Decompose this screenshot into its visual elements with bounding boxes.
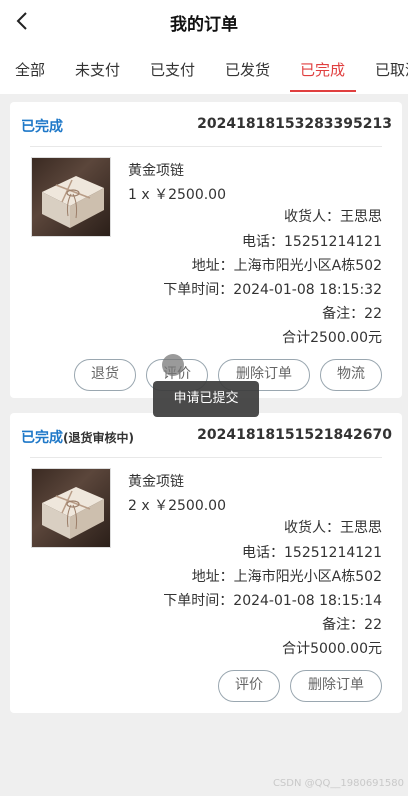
order-total: 合计5000.00元 — [282, 641, 382, 657]
address: 地址：上海市阳光小区A栋502 — [191, 258, 382, 274]
receiver: 收货人：王思思 — [284, 520, 382, 536]
status-note: (退货审核中) — [63, 431, 134, 445]
product-name: 黄金项链 — [128, 474, 184, 490]
tab-cancelled[interactable]: 已取消 — [375, 59, 408, 80]
toast-message: 申请已提交 — [153, 381, 259, 417]
order-number: 20241818151521842670 — [197, 427, 392, 443]
tab-all[interactable]: 全部 — [15, 59, 45, 80]
status-label: 已完成 — [21, 430, 63, 446]
order-time: 下单时间：2024-01-08 18:15:14 — [163, 593, 382, 609]
phone: 电话：15251214121 — [242, 234, 382, 250]
order-status-tabs: 全部 未支付 已支付 已发货 已完成 已取消 — [0, 44, 408, 94]
order-total: 合计2500.00元 — [282, 330, 382, 346]
order-card: 已完成(退货审核中) 20241818151521842670 黄金项链 2 x… — [10, 413, 402, 713]
phone: 电话：15251214121 — [242, 545, 382, 561]
address: 地址：上海市阳光小区A栋502 — [191, 569, 382, 585]
tab-shipped[interactable]: 已发货 — [225, 59, 270, 80]
nav-header: 我的订单 — [0, 0, 408, 44]
page-title: 我的订单 — [170, 15, 238, 35]
product-name: 黄金项链 — [128, 163, 184, 179]
tab-completed[interactable]: 已完成 — [300, 59, 345, 80]
product-image[interactable] — [31, 468, 111, 548]
touch-indicator — [162, 354, 184, 376]
order-time: 下单时间：2024-01-08 18:15:32 — [163, 282, 382, 298]
return-button[interactable]: 退货 — [74, 359, 136, 391]
active-tab-indicator — [290, 90, 356, 92]
order-number: 20241818153283395213 — [197, 116, 392, 132]
remark: 备注：22 — [322, 306, 382, 322]
product-image[interactable] — [31, 157, 111, 237]
order-status: 已完成(退货审核中) — [21, 427, 134, 447]
status-label: 已完成 — [21, 119, 63, 135]
tab-paid[interactable]: 已支付 — [150, 59, 195, 80]
divider — [30, 457, 382, 458]
tab-unpaid[interactable]: 未支付 — [75, 59, 120, 80]
logistics-button[interactable]: 物流 — [320, 359, 382, 391]
divider — [30, 146, 382, 147]
watermark: CSDN @QQ__1980691580 — [272, 778, 404, 789]
order-card: 已完成 20241818153283395213 黄金项链 1 x ￥2500.… — [10, 102, 402, 398]
delete-order-button[interactable]: 删除订单 — [290, 670, 382, 702]
remark: 备注：22 — [322, 617, 382, 633]
order-status: 已完成 — [21, 116, 63, 136]
quantity-price: 2 x ￥2500.00 — [128, 498, 226, 514]
review-button[interactable]: 评价 — [218, 670, 280, 702]
receiver: 收货人：王思思 — [284, 209, 382, 225]
quantity-price: 1 x ￥2500.00 — [128, 187, 226, 203]
